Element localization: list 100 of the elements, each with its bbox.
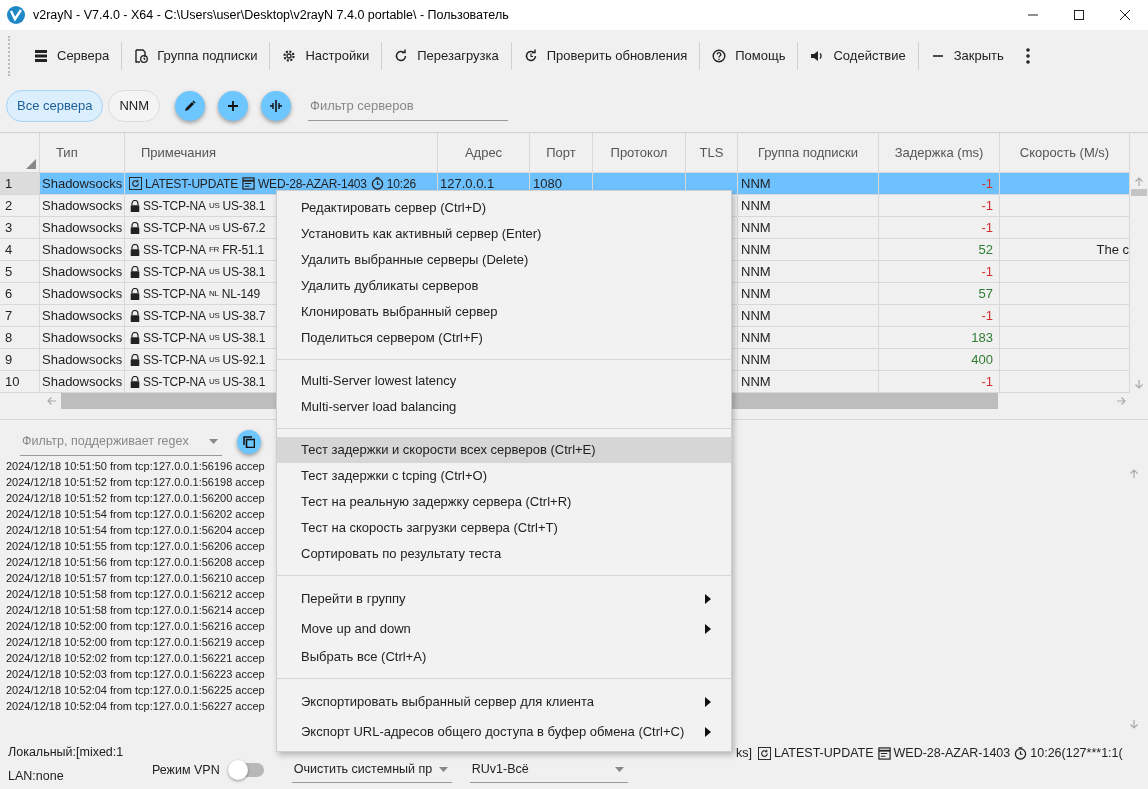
status-text: WED-28-AZAR-1403	[893, 745, 1011, 762]
log-line: 2024/12/18 10:51:54 from tcp:127.0.0.1:56202 accep	[6, 507, 265, 522]
log-line: 2024/12/18 10:51:52 from tcp:127.0.0.1:56200 accep	[6, 491, 265, 506]
country-code: US	[208, 221, 220, 234]
log-line: 2024/12/18 10:51:57 from tcp:127.0.0.1:56210 accep	[6, 571, 265, 586]
delay-value: 57	[978, 284, 993, 303]
table-cell-text: SS-TCP-NA	[143, 285, 206, 303]
country-code: US	[208, 353, 220, 366]
country-code: US	[208, 331, 220, 344]
log-line: 2024/12/18 10:52:00 from tcp:127.0.0.1:56219 accep	[6, 635, 265, 650]
table-cell: NNM	[738, 239, 879, 261]
table-cell-text: NL-149	[221, 285, 260, 303]
log-line: 2024/12/18 10:51:50 from tcp:127.0.0.1:56196 accep	[6, 459, 265, 474]
table-cell-text: US-38.1	[222, 329, 266, 347]
log-line: 2024/12/18 10:51:58 from tcp:127.0.0.1:56214 accep	[6, 603, 265, 618]
menu-item-label: Сортировать по результату теста	[301, 545, 502, 564]
table-cell-text: US-38.1	[222, 373, 266, 391]
row-number: 1	[0, 173, 40, 195]
country-code: US	[208, 375, 220, 388]
table-cell: Shadowsocks	[40, 239, 125, 261]
table-cell-text: 10:26	[386, 175, 416, 193]
menu-item-label: Удалить дубликаты серверов	[301, 277, 479, 296]
table-cell-text: SS-TCP-NA	[143, 329, 206, 347]
log-line: 2024/12/18 10:51:55 from tcp:127.0.0.1:56206 accep	[6, 539, 265, 554]
table-cell: Shadowsocks	[40, 305, 125, 327]
log-line: 2024/12/18 10:52:04 from tcp:127.0.0.1:56227 accep	[6, 699, 265, 714]
table-cell: NNM	[738, 261, 879, 283]
table-cell: NNM	[738, 327, 879, 349]
delay-value: 52	[978, 240, 993, 259]
log-line: 2024/12/18 10:51:52 from tcp:127.0.0.1:56198 accep	[6, 475, 265, 490]
menu-item-label: Экспортировать выбранный сервер для клиента	[301, 693, 595, 712]
delay-value: -1	[981, 218, 993, 237]
table-cell: Shadowsocks	[40, 173, 125, 195]
table-cell-text: FR-51.1	[222, 241, 265, 259]
country-code: US	[208, 199, 220, 212]
menu-item-label: Установить как активный сервер (Enter)	[301, 225, 542, 244]
menu-item-label: Клонировать выбранный сервер	[301, 303, 498, 322]
menu-item-label: Multi-server load balancing	[301, 398, 457, 417]
table-cell-text: US-67.2	[222, 219, 266, 237]
table-cell: NNM	[738, 349, 879, 371]
table-cell-text: SS-TCP-NA	[143, 197, 206, 215]
country-code: NL	[208, 287, 219, 300]
table-cell-text: SS-TCP-NA	[143, 219, 206, 237]
table-cell-text: SS-TCP-NA	[143, 263, 206, 281]
table-cell: NNM	[738, 371, 879, 393]
table-cell-text: US-92.1	[222, 351, 266, 369]
menu-item-label: Выбрать все (Ctrl+A)	[301, 648, 427, 667]
table-cell-text: US-38.7	[222, 307, 266, 325]
menu-item-label: Тест задержки и скорости всех серверов (Ctrl+E)	[301, 441, 596, 460]
menu-item-label: Multi-Server lowest latency	[301, 372, 457, 391]
log-line: 2024/12/18 10:51:54 from tcp:127.0.0.1:56204 accep	[6, 523, 265, 538]
menu-item-label: Тест на реальную задержку сервера (Ctrl+R)	[301, 493, 572, 512]
delay-value: 400	[971, 350, 993, 369]
log-line: 2024/12/18 10:52:04 from tcp:127.0.0.1:56225 accep	[6, 683, 265, 698]
menu-item-label: Тест на скорость загрузки сервера (Ctrl+T)	[301, 519, 558, 538]
status-text: ks]	[736, 745, 752, 762]
log-line: 2024/12/18 10:52:03 from tcp:127.0.0.1:56223 accep	[6, 667, 265, 682]
log-line: 2024/12/18 10:52:02 from tcp:127.0.0.1:56221 accep	[6, 651, 265, 666]
table-cell: Shadowsocks	[40, 371, 125, 393]
menu-item-label: Экспорт URL-адресов общего доступа в буфер обмена (Ctrl+C)	[301, 723, 685, 742]
log-line: 2024/12/18 10:52:00 from tcp:127.0.0.1:56216 accep	[6, 619, 265, 634]
table-cell: NNM	[738, 195, 879, 217]
table-cell: NNM	[738, 305, 879, 327]
status-text: Локальный:[mixed:1	[8, 744, 125, 761]
delay-value: -1	[981, 306, 993, 325]
table-cell-text: LATEST-UPDATE	[145, 175, 238, 193]
dropdown-value: RUv1-Всё	[471, 761, 529, 779]
status-text: LATEST-UPDATE	[774, 745, 874, 762]
log-line: 2024/12/18 10:51:56 from tcp:127.0.0.1:56208 accep	[6, 555, 265, 570]
table-cell: Shadowsocks	[40, 261, 125, 283]
delay-value: 183	[971, 328, 993, 347]
table-cell-text: SS-TCP-NA	[143, 241, 206, 259]
table-cell: Shadowsocks	[40, 349, 125, 371]
menu-item-label: Перейти в группу	[301, 590, 406, 609]
menu-item-label: Редактировать сервер (Ctrl+D)	[301, 199, 487, 218]
status-text: LAN:none	[8, 767, 65, 785]
delay-value: -1	[981, 262, 993, 281]
dropdown-value: Очистить системный пр	[293, 761, 433, 779]
menu-item-label: Move up and down	[301, 620, 411, 639]
table-cell-text: US-38.1	[222, 197, 266, 215]
status-text: 10:26(127***1:1(	[1030, 745, 1123, 762]
country-code: US	[208, 265, 220, 278]
table-cell: NNM	[738, 173, 879, 195]
table-cell: Shadowsocks	[40, 283, 125, 305]
menu-item-label: Поделиться сервером (Ctrl+F)	[301, 329, 483, 348]
table-cell-text: SS-TCP-NA	[143, 373, 206, 391]
menu-item-label: Удалить выбранные серверы (Delete)	[301, 251, 529, 270]
delay-value: -1	[981, 372, 993, 391]
delay-value: -1	[981, 174, 993, 193]
table-cell: NNM	[738, 217, 879, 239]
table-cell: Shadowsocks	[40, 217, 125, 239]
country-code: FR	[208, 243, 220, 256]
vpn-mode-label: Режим VPN	[152, 761, 220, 779]
window-title: v2rayN - V7.4.0 - X64 - C:\Users\user\Desktop\v2rayN 7.4.0 portable\ - Пользователь	[33, 6, 509, 24]
table-cell-text: US-38.1	[222, 263, 266, 281]
table-cell: The c	[1000, 239, 1130, 261]
country-code: US	[208, 309, 220, 322]
table-cell-text: SS-TCP-NA	[143, 307, 206, 325]
table-cell: Shadowsocks	[40, 327, 125, 349]
delay-value: -1	[981, 196, 993, 215]
